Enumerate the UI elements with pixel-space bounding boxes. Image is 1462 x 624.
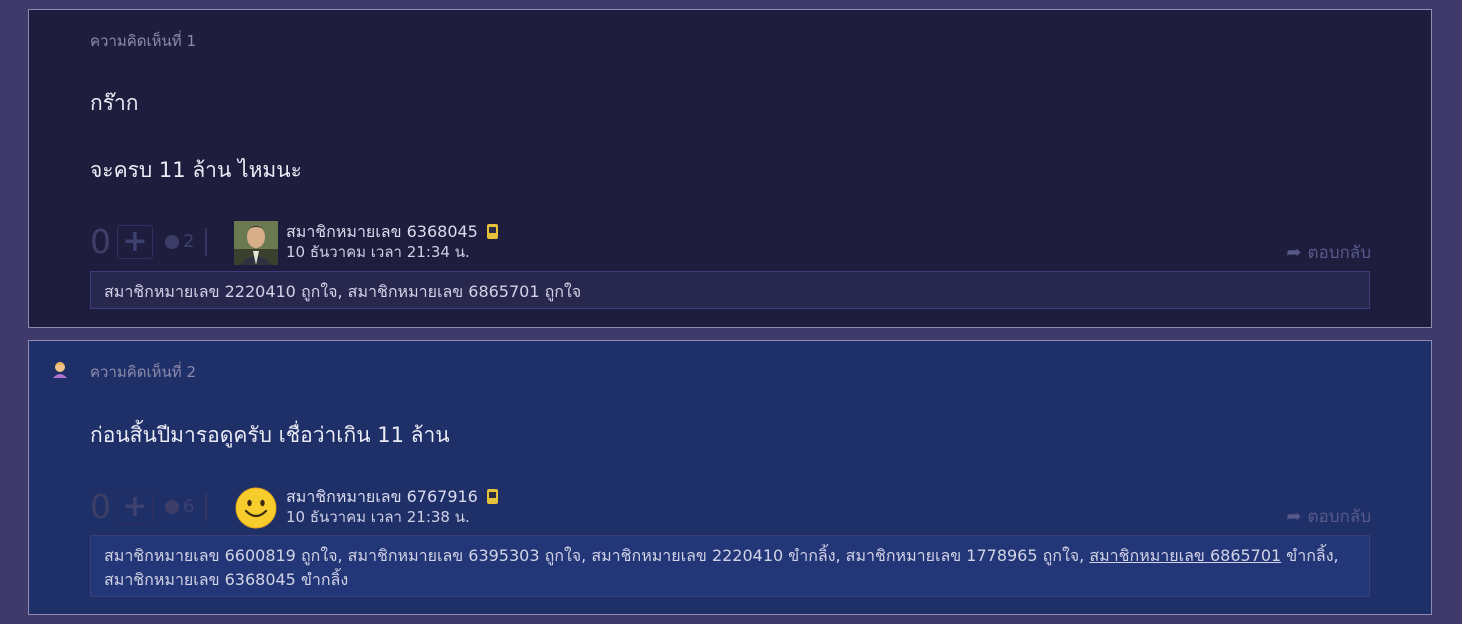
reply-button[interactable]: ➦ ตอบกลับ [1286, 503, 1371, 530]
likes-text: สมาชิกหมายเลข 6368045 ขำกลิ้ง [104, 570, 349, 589]
mobile-icon [486, 489, 498, 504]
comment-card-2: ความคิดเห็นที่ 2 ก่อนสิ้นปีมารอดูครับ เช… [28, 340, 1432, 615]
plus-icon: + [122, 489, 148, 524]
mobile-icon [486, 224, 498, 239]
comment-card-1: ความคิดเห็นที่ 1 กร๊าก จะครบ 11 ล้าน ไหม… [28, 9, 1432, 328]
emotion-counter[interactable]: 6 [165, 496, 194, 517]
topic-owner-icon [51, 360, 69, 378]
comment-number: ความคิดเห็นที่ 1 [90, 32, 197, 50]
avatar[interactable] [234, 486, 278, 530]
comment-text-line: กร๊าก [90, 91, 139, 115]
plus-vote-button[interactable]: + [117, 489, 153, 524]
vote-count: 0 [90, 487, 111, 526]
vote-box: 0 + 6 [90, 487, 208, 526]
reply-arrow-icon: ➦ [1286, 242, 1302, 263]
reply-button[interactable]: ➦ ตอบกลับ [1286, 239, 1371, 266]
username-link[interactable]: สมาชิกหมายเลข 6368045 [286, 222, 478, 241]
likes-box: สมาชิกหมายเลข 6600819 ถูกใจ, สมาชิกหมายเ… [90, 535, 1370, 597]
reply-arrow-icon: ➦ [1286, 506, 1302, 527]
reply-label: ตอบกลับ [1307, 507, 1371, 527]
likes-box: สมาชิกหมายเลข 2220410 ถูกใจ, สมาชิกหมายเ… [90, 271, 1370, 309]
likes-text: ขำกลิ้ง, [1281, 546, 1339, 565]
user-info: สมาชิกหมายเลข 6767916 10 ธันวาคม เวลา 21… [286, 487, 498, 527]
divider [205, 492, 208, 521]
vote-box: 0 + 2 [90, 222, 208, 261]
likes-text: สมาชิกหมายเลข 6600819 ถูกใจ, สมาชิกหมายเ… [104, 546, 1090, 565]
emotion-counter[interactable]: 2 [165, 231, 194, 252]
user-info: สมาชิกหมายเลข 6368045 10 ธันวาคม เวลา 21… [286, 222, 498, 262]
emotion-icon [165, 234, 179, 249]
comment-date: 10 ธันวาคม เวลา 21:38 น. [286, 508, 470, 526]
comment-text-line: ก่อนสิ้นปีมารอดูครับ เชื่อว่าเกิน 11 ล้า… [90, 423, 450, 447]
avatar[interactable] [234, 221, 278, 265]
plus-icon: + [122, 224, 148, 259]
comment-date: 10 ธันวาคม เวลา 21:34 น. [286, 243, 470, 261]
liker-link[interactable]: สมาชิกหมายเลข 6865701 [1089, 546, 1281, 565]
comment-number: ความคิดเห็นที่ 2 [90, 363, 197, 381]
emotion-count: 6 [183, 496, 195, 517]
comment-text-line: จะครบ 11 ล้าน ไหมนะ [90, 158, 302, 182]
vote-count: 0 [90, 222, 111, 261]
reply-label: ตอบกลับ [1307, 243, 1371, 263]
username-link[interactable]: สมาชิกหมายเลข 6767916 [286, 487, 478, 506]
emotion-count: 2 [183, 231, 195, 252]
likes-text: สมาชิกหมายเลข 2220410 ถูกใจ, สมาชิกหมายเ… [104, 282, 582, 301]
emotion-icon [165, 499, 179, 514]
plus-vote-button[interactable]: + [117, 224, 153, 259]
divider [205, 227, 208, 256]
